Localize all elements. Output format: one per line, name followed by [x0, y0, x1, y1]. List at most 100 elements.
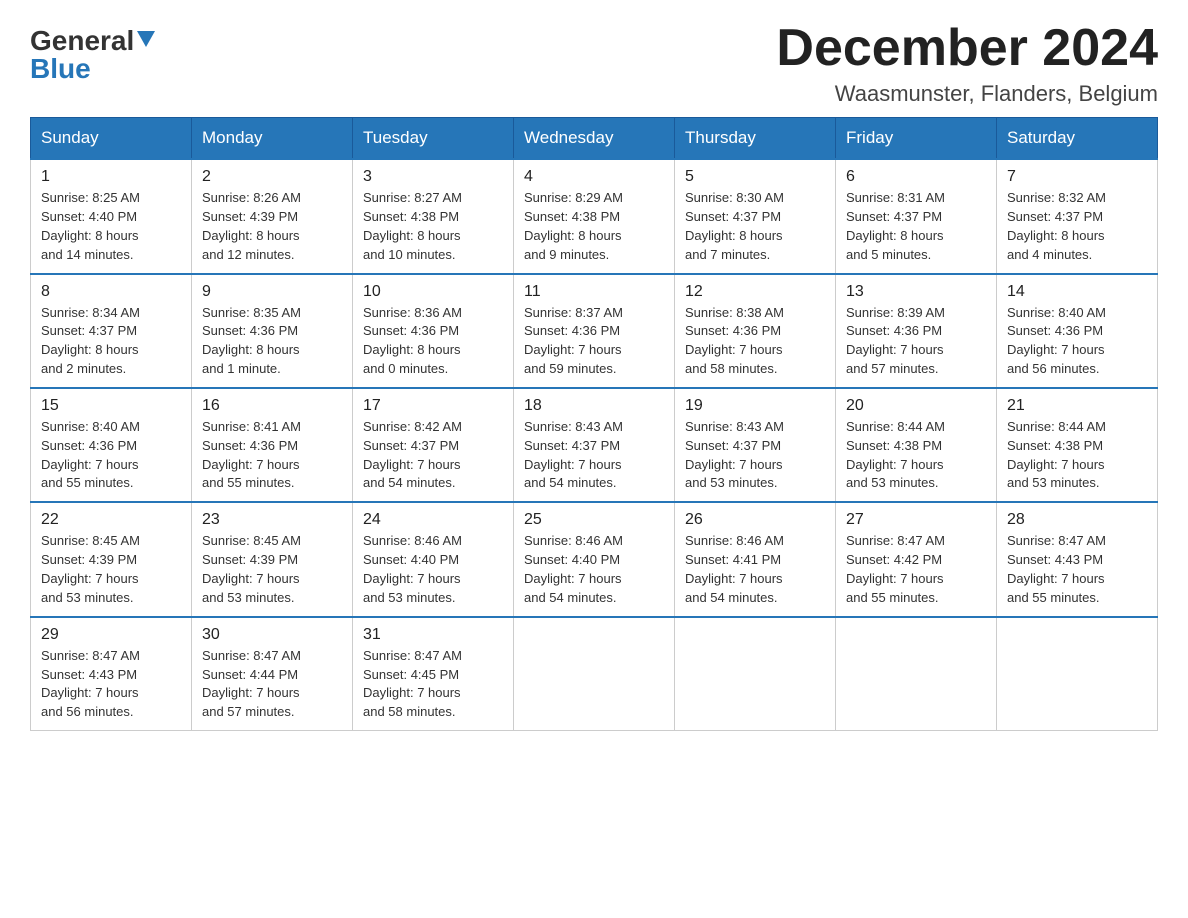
calendar-day-4: 4Sunrise: 8:29 AMSunset: 4:38 PMDaylight…: [514, 159, 675, 273]
day-info: Sunrise: 8:45 AMSunset: 4:39 PMDaylight:…: [41, 532, 181, 607]
calendar-day-29: 29 Sunrise: 8:47 AMSunset: 4:43 PMDayligh…: [31, 617, 192, 731]
day-number: 15: [41, 397, 181, 415]
day-number: 24: [363, 511, 503, 529]
calendar-day-8: 8Sunrise: 8:34 AMSunset: 4:37 PMDaylight…: [31, 274, 192, 388]
day-number: 6: [846, 168, 986, 186]
calendar-day-10: 10Sunrise: 8:36 AMSunset: 4:36 PMDayligh…: [353, 274, 514, 388]
day-number: 28: [1007, 511, 1147, 529]
calendar-subtitle: Waasmunster, Flanders, Belgium: [776, 81, 1158, 107]
day-number: 16: [202, 397, 342, 415]
day-number: 23: [202, 511, 342, 529]
calendar-title: December 2024: [776, 20, 1158, 77]
calendar-week-2: 8Sunrise: 8:34 AMSunset: 4:37 PMDaylight…: [31, 274, 1158, 388]
day-info: Sunrise: 8:46 AMSunset: 4:41 PMDaylight:…: [685, 532, 825, 607]
header-day-friday: Friday: [836, 118, 997, 160]
calendar-header: SundayMondayTuesdayWednesdayThursdayFrid…: [31, 118, 1158, 160]
day-info: Sunrise: 8:47 AMSunset: 4:45 PMDaylight:…: [363, 647, 503, 722]
calendar-day-5: 5 Sunrise: 8:30 AMSunset: 4:37 PMDaylight…: [675, 159, 836, 273]
day-info: Sunrise: 8:40 AMSunset: 4:36 PMDaylight:…: [41, 418, 181, 493]
title-block: December 2024 Waasmunster, Flanders, Bel…: [776, 20, 1158, 107]
day-info: Sunrise: 8:32 AMSunset: 4:37 PMDaylight:…: [1007, 189, 1147, 264]
day-number: 29: [41, 626, 181, 644]
calendar-day-16: 16 Sunrise: 8:41 AMSunset: 4:36 PMDayligh…: [192, 388, 353, 502]
calendar-day-empty: [675, 617, 836, 731]
logo-text-blue: Blue: [30, 53, 91, 85]
logo-arrow-icon: [137, 31, 155, 54]
calendar-day-20: 20Sunrise: 8:44 AMSunset: 4:38 PMDayligh…: [836, 388, 997, 502]
day-number: 5: [685, 168, 825, 186]
day-info: Sunrise: 8:30 AMSunset: 4:37 PMDaylight:…: [685, 189, 825, 264]
calendar-day-3: 3 Sunrise: 8:27 AMSunset: 4:38 PMDaylight…: [353, 159, 514, 273]
day-info: Sunrise: 8:36 AMSunset: 4:36 PMDaylight:…: [363, 304, 503, 379]
calendar-day-14: 14 Sunrise: 8:40 AMSunset: 4:36 PMDayligh…: [997, 274, 1158, 388]
day-info: Sunrise: 8:47 AMSunset: 4:44 PMDaylight:…: [202, 647, 342, 722]
calendar-week-1: 1 Sunrise: 8:25 AMSunset: 4:40 PMDaylight…: [31, 159, 1158, 273]
day-info: Sunrise: 8:26 AMSunset: 4:39 PMDaylight:…: [202, 189, 342, 264]
day-number: 21: [1007, 397, 1147, 415]
calendar-day-28: 28 Sunrise: 8:47 AMSunset: 4:43 PMDayligh…: [997, 502, 1158, 616]
day-number: 14: [1007, 283, 1147, 301]
day-info: Sunrise: 8:27 AMSunset: 4:38 PMDaylight:…: [363, 189, 503, 264]
day-info: Sunrise: 8:46 AMSunset: 4:40 PMDaylight:…: [363, 532, 503, 607]
day-info: Sunrise: 8:46 AMSunset: 4:40 PMDaylight:…: [524, 532, 664, 607]
calendar-day-17: 17 Sunrise: 8:42 AMSunset: 4:37 PMDayligh…: [353, 388, 514, 502]
day-info: Sunrise: 8:39 AMSunset: 4:36 PMDaylight:…: [846, 304, 986, 379]
day-info: Sunrise: 8:38 AMSunset: 4:36 PMDaylight:…: [685, 304, 825, 379]
header-row: SundayMondayTuesdayWednesdayThursdayFrid…: [31, 118, 1158, 160]
day-number: 4: [524, 168, 664, 186]
calendar-day-2: 2Sunrise: 8:26 AMSunset: 4:39 PMDaylight…: [192, 159, 353, 273]
day-number: 22: [41, 511, 181, 529]
day-info: Sunrise: 8:44 AMSunset: 4:38 PMDaylight:…: [1007, 418, 1147, 493]
calendar-day-27: 27 Sunrise: 8:47 AMSunset: 4:42 PMDayligh…: [836, 502, 997, 616]
day-info: Sunrise: 8:25 AMSunset: 4:40 PMDaylight:…: [41, 189, 181, 264]
day-number: 30: [202, 626, 342, 644]
calendar-day-empty: [514, 617, 675, 731]
calendar-day-7: 7Sunrise: 8:32 AMSunset: 4:37 PMDaylight…: [997, 159, 1158, 273]
day-number: 31: [363, 626, 503, 644]
day-number: 12: [685, 283, 825, 301]
calendar-week-4: 22 Sunrise: 8:45 AMSunset: 4:39 PMDayligh…: [31, 502, 1158, 616]
day-number: 26: [685, 511, 825, 529]
day-number: 9: [202, 283, 342, 301]
day-info: Sunrise: 8:47 AMSunset: 4:43 PMDaylight:…: [41, 647, 181, 722]
calendar-week-5: 29 Sunrise: 8:47 AMSunset: 4:43 PMDayligh…: [31, 617, 1158, 731]
day-number: 17: [363, 397, 503, 415]
header-day-wednesday: Wednesday: [514, 118, 675, 160]
day-number: 27: [846, 511, 986, 529]
day-info: Sunrise: 8:42 AMSunset: 4:37 PMDaylight:…: [363, 418, 503, 493]
day-info: Sunrise: 8:47 AMSunset: 4:42 PMDaylight:…: [846, 532, 986, 607]
day-info: Sunrise: 8:35 AMSunset: 4:36 PMDaylight:…: [202, 304, 342, 379]
calendar-day-30: 30 Sunrise: 8:47 AMSunset: 4:44 PMDayligh…: [192, 617, 353, 731]
calendar-day-15: 15 Sunrise: 8:40 AMSunset: 4:36 PMDayligh…: [31, 388, 192, 502]
calendar-week-3: 15 Sunrise: 8:40 AMSunset: 4:36 PMDayligh…: [31, 388, 1158, 502]
calendar-day-22: 22 Sunrise: 8:45 AMSunset: 4:39 PMDayligh…: [31, 502, 192, 616]
header-day-saturday: Saturday: [997, 118, 1158, 160]
logo: General Blue: [30, 20, 155, 85]
calendar-day-12: 12 Sunrise: 8:38 AMSunset: 4:36 PMDayligh…: [675, 274, 836, 388]
calendar-day-31: 31 Sunrise: 8:47 AMSunset: 4:45 PMDayligh…: [353, 617, 514, 731]
calendar-day-11: 11 Sunrise: 8:37 AMSunset: 4:36 PMDayligh…: [514, 274, 675, 388]
day-info: Sunrise: 8:45 AMSunset: 4:39 PMDaylight:…: [202, 532, 342, 607]
calendar-day-9: 9 Sunrise: 8:35 AMSunset: 4:36 PMDaylight…: [192, 274, 353, 388]
calendar-day-empty: [836, 617, 997, 731]
calendar-body: 1 Sunrise: 8:25 AMSunset: 4:40 PMDaylight…: [31, 159, 1158, 730]
day-info: Sunrise: 8:37 AMSunset: 4:36 PMDaylight:…: [524, 304, 664, 379]
header-day-sunday: Sunday: [31, 118, 192, 160]
day-info: Sunrise: 8:41 AMSunset: 4:36 PMDaylight:…: [202, 418, 342, 493]
day-number: 3: [363, 168, 503, 186]
day-info: Sunrise: 8:31 AMSunset: 4:37 PMDaylight:…: [846, 189, 986, 264]
day-info: Sunrise: 8:40 AMSunset: 4:36 PMDaylight:…: [1007, 304, 1147, 379]
day-number: 1: [41, 168, 181, 186]
day-info: Sunrise: 8:47 AMSunset: 4:43 PMDaylight:…: [1007, 532, 1147, 607]
calendar-day-18: 18 Sunrise: 8:43 AMSunset: 4:37 PMDayligh…: [514, 388, 675, 502]
day-info: Sunrise: 8:43 AMSunset: 4:37 PMDaylight:…: [524, 418, 664, 493]
header-day-thursday: Thursday: [675, 118, 836, 160]
day-info: Sunrise: 8:34 AMSunset: 4:37 PMDaylight:…: [41, 304, 181, 379]
day-info: Sunrise: 8:44 AMSunset: 4:38 PMDaylight:…: [846, 418, 986, 493]
calendar-table: SundayMondayTuesdayWednesdayThursdayFrid…: [30, 117, 1158, 731]
calendar-day-1: 1 Sunrise: 8:25 AMSunset: 4:40 PMDaylight…: [31, 159, 192, 273]
header-day-monday: Monday: [192, 118, 353, 160]
day-number: 13: [846, 283, 986, 301]
day-number: 18: [524, 397, 664, 415]
day-number: 11: [524, 283, 664, 301]
